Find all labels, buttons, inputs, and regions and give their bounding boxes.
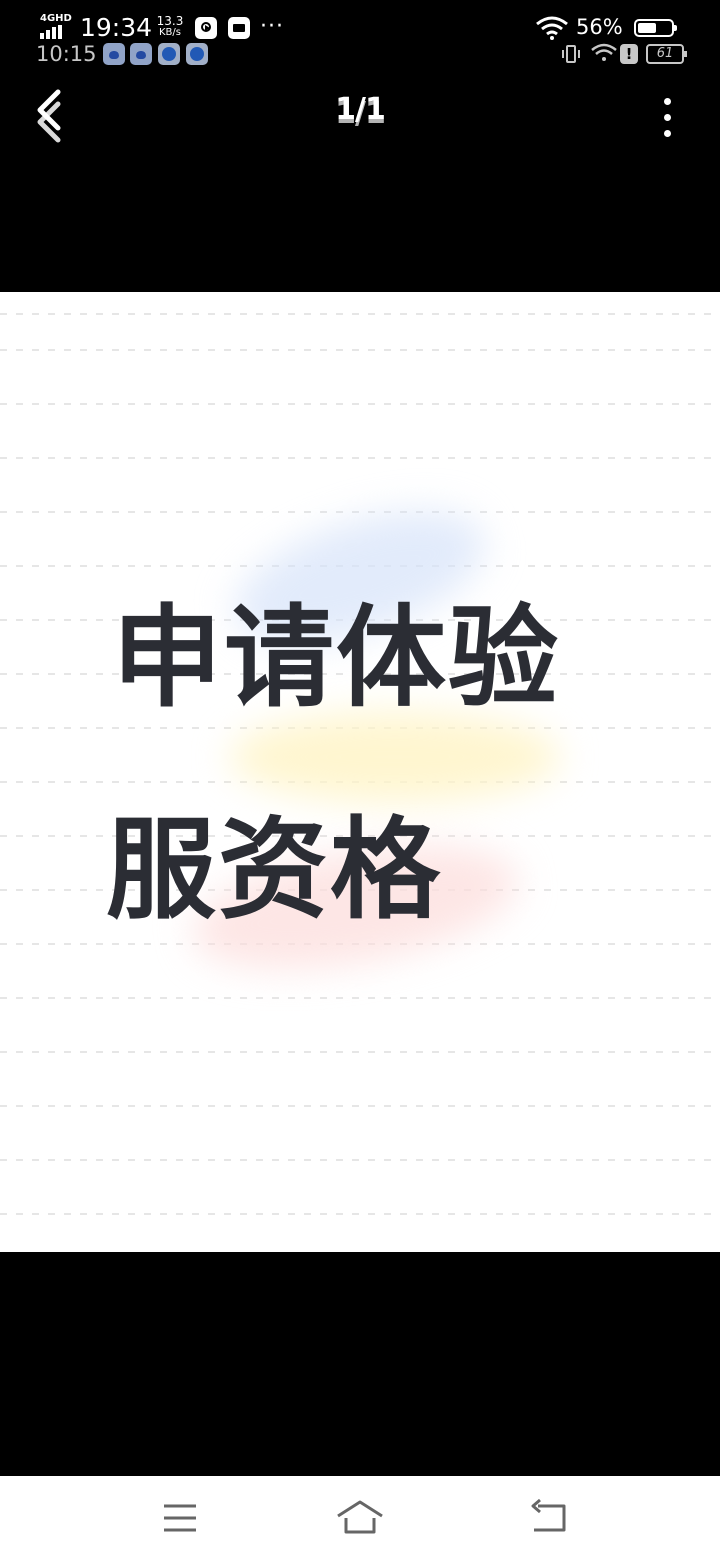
status-time-secondary: 10:15 bbox=[36, 42, 97, 66]
battery-fill bbox=[638, 23, 656, 33]
image-viewer-content[interactable]: 申请体验 服资格 bbox=[0, 292, 720, 1252]
more-options-button[interactable] bbox=[648, 86, 688, 146]
more-notifications-icon: ··· bbox=[260, 14, 284, 39]
chevron-left-icon bbox=[37, 89, 61, 143]
viewer-toolbar: 1/1 bbox=[0, 76, 720, 156]
recent-apps-button[interactable] bbox=[150, 1494, 210, 1542]
wifi-icon-secondary bbox=[591, 43, 617, 61]
net-speed: 13.3 KB/s bbox=[154, 15, 186, 39]
browser-app-icon bbox=[158, 43, 180, 65]
headline-line-2: 服资格 bbox=[106, 806, 442, 934]
battery-percent: 56% bbox=[576, 15, 623, 39]
back-button[interactable] bbox=[22, 80, 82, 150]
return-icon bbox=[531, 1498, 566, 1532]
baidu-app-icon bbox=[103, 43, 125, 65]
more-vertical-icon bbox=[664, 98, 671, 105]
message-app-icon bbox=[228, 17, 250, 39]
system-nav-bar bbox=[0, 1476, 720, 1560]
headline-line-1: 申请体验 bbox=[112, 594, 560, 722]
system-back-button[interactable] bbox=[518, 1494, 578, 1542]
status-row-secondary: 10:15 ! 61 bbox=[0, 38, 720, 74]
battery-icon bbox=[634, 19, 677, 37]
baidu-app-icon-2 bbox=[130, 43, 152, 65]
status-bar: 4GHD 19:34 13.3 KB/s ··· 56% 10:15 ! 61 bbox=[0, 0, 720, 72]
vibrate-icon bbox=[562, 45, 580, 63]
signal-icon bbox=[40, 25, 62, 39]
battery-icon-secondary: 61 bbox=[646, 44, 687, 64]
home-icon bbox=[337, 1500, 383, 1534]
page-counter: 1/1 bbox=[335, 92, 386, 127]
network-type-label: 4GHD bbox=[40, 13, 72, 24]
menu-icon bbox=[164, 1504, 196, 1532]
net-speed-value: 13.3 bbox=[156, 14, 184, 28]
wifi-icon bbox=[536, 16, 568, 40]
video-app-icon bbox=[195, 17, 217, 39]
decor-yellow-highlight bbox=[230, 712, 560, 802]
browser-app-icon-2 bbox=[186, 43, 208, 65]
home-button[interactable] bbox=[330, 1494, 390, 1542]
alert-icon: ! bbox=[620, 44, 638, 64]
